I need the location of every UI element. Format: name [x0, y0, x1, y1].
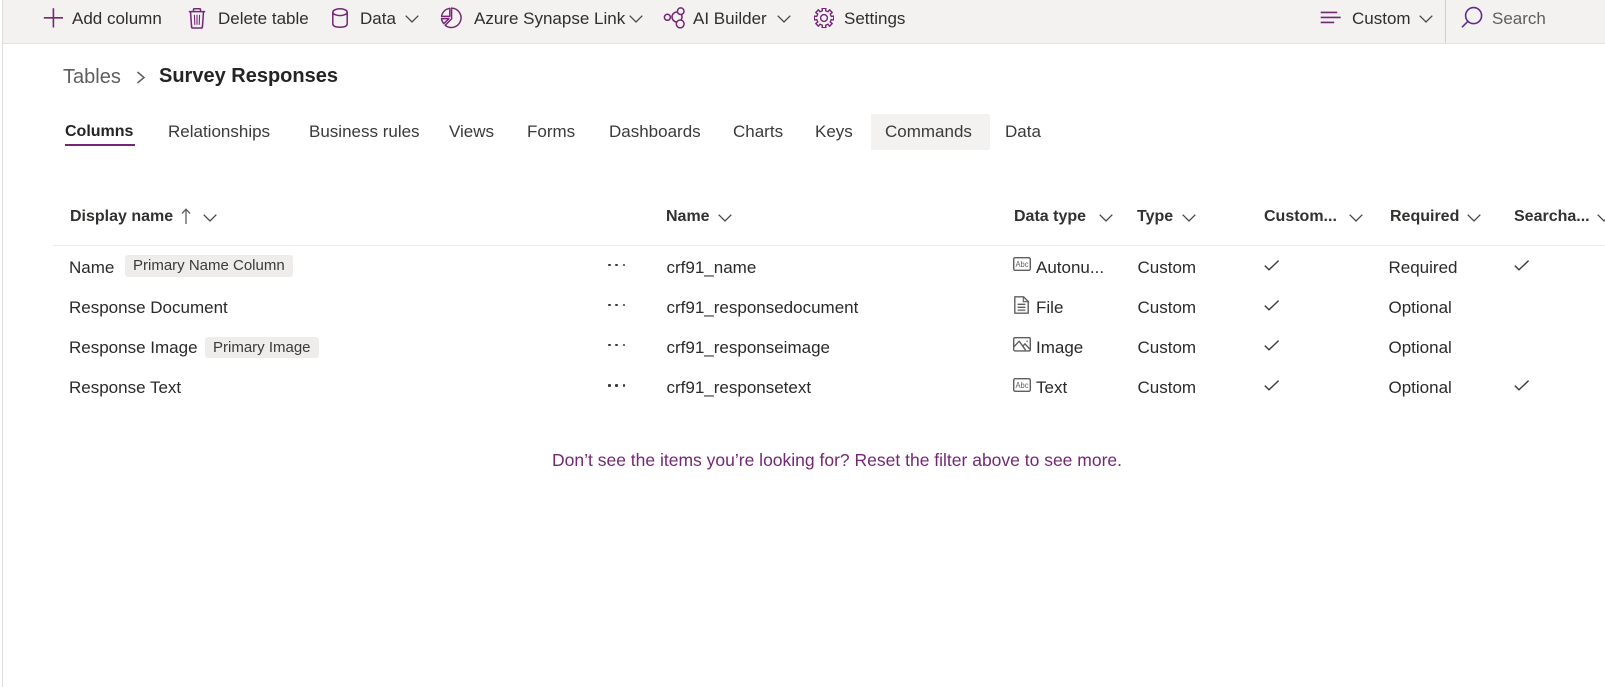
svg-text:Abc: Abc	[1016, 260, 1029, 269]
svg-text:Abc: Abc	[1016, 381, 1029, 390]
